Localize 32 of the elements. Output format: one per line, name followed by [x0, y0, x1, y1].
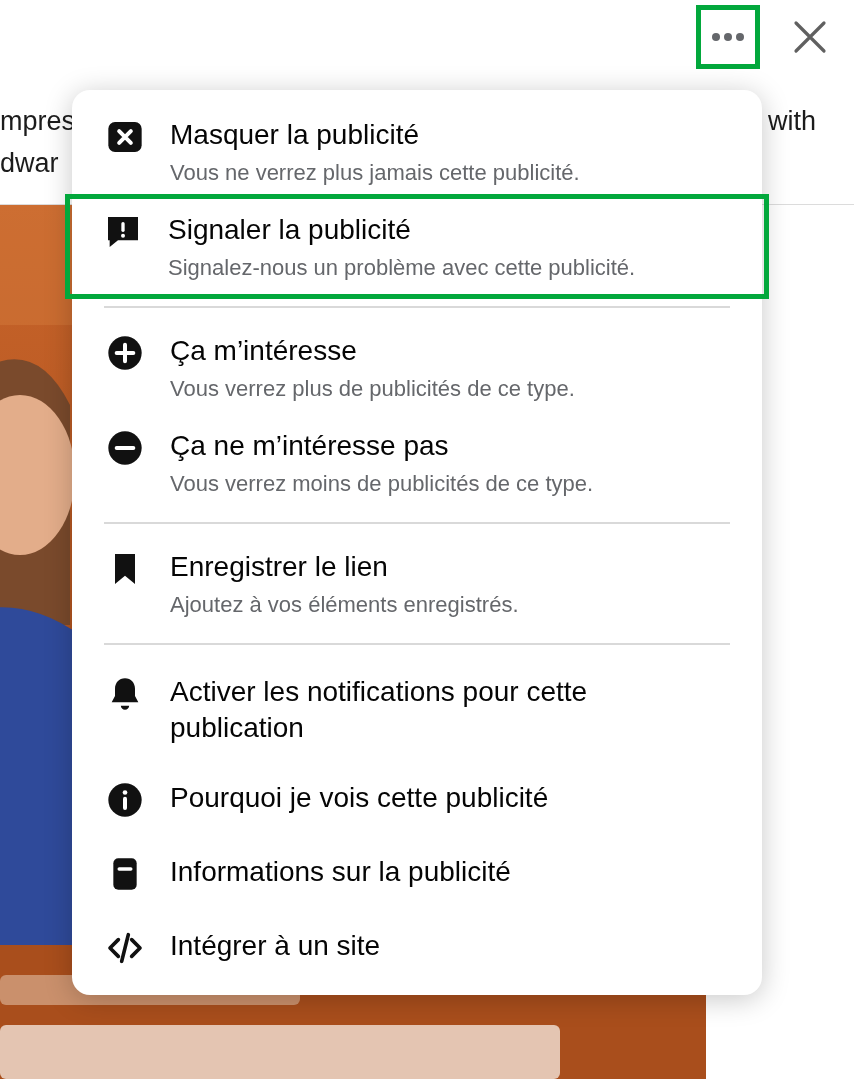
menu-item[interactable]: Ça ne m’intéresse pas Vous verrez moins de publicités de ce type. [72, 415, 762, 510]
menu-item[interactable]: Ça m’intéresse Vous verrez plus de publicités de ce type. [72, 320, 762, 415]
post-text: with [768, 105, 816, 138]
menu-item[interactable]: Intégrer à un site [72, 911, 762, 985]
plus-circle-icon [105, 333, 145, 373]
menu-item-title: Enregistrer le lien [170, 550, 389, 584]
menu-item-description: Vous ne verrez plus jamais cette publicité. [170, 159, 580, 187]
menu-item-title: Activer les notifications pour cette publication [170, 675, 589, 745]
menu-item-title: Pourquoi je vois cette publicité [170, 781, 549, 815]
close-icon [793, 20, 827, 54]
more-button[interactable] [696, 5, 760, 69]
menu-item-title: Ça m’intéresse [170, 334, 358, 368]
menu-item[interactable]: Signaler la publicité Signalez-nous un problème avec cette publicité. [70, 199, 764, 294]
menu-item-description: Ajoutez à vos éléments enregistrés. [170, 591, 519, 619]
menu-item-title: Intégrer à un site [170, 929, 381, 963]
menu-item[interactable]: Pourquoi je vois cette publicité [72, 763, 762, 837]
menu-item-description: Vous verrez moins de publicités de ce type. [170, 470, 594, 498]
more-icon [711, 32, 745, 42]
menu-item[interactable]: Masquer la publicité Vous ne verrez plus jamais cette publicité. [72, 104, 762, 199]
menu-item-title: Masquer la publicité [170, 118, 421, 152]
menu-item-description: Signalez-nous un problème avec cette publicité. [168, 254, 636, 282]
info-icon [105, 780, 145, 820]
post-text: dwar [0, 147, 60, 180]
menu-item[interactable]: Informations sur la publicité [72, 837, 762, 911]
minus-circle-icon [105, 428, 145, 468]
menu-item[interactable]: Enregistrer le lien Ajoutez à vos éléments enregistrés. [72, 536, 762, 631]
menu-item-description: Vous verrez plus de publicités de ce type. [170, 375, 575, 403]
menu-item[interactable]: Activer les notifications pour cette publication [72, 657, 762, 763]
menu-item-title: Ça ne m’intéresse pas [170, 429, 450, 463]
menu-item-title: Signaler la publicité [168, 213, 412, 247]
post-text: mpres [0, 105, 75, 138]
menu-item-title: Informations sur la publicité [170, 855, 511, 889]
